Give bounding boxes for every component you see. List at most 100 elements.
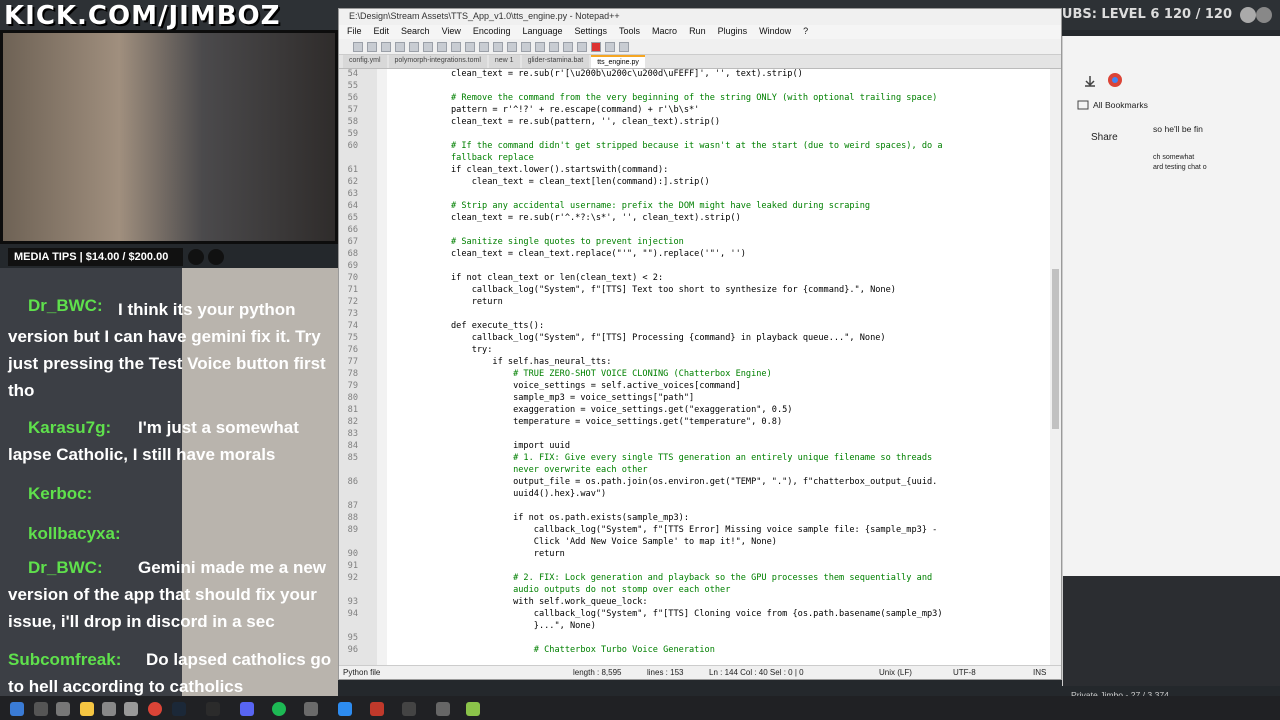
all-bookmarks[interactable]: All Bookmarks (1093, 100, 1148, 110)
code-text: pattern = r'^!?' + re.escape(command) + … (451, 105, 700, 115)
zoom-in-icon[interactable] (535, 41, 545, 52)
settings-icon[interactable] (102, 702, 116, 716)
copy-icon[interactable] (451, 41, 461, 52)
line-number: 57 (347, 105, 358, 115)
replace-icon[interactable] (521, 41, 531, 52)
menu-view[interactable]: View (436, 25, 467, 39)
tab-config[interactable]: config.yml (343, 55, 387, 68)
line-number: 82 (347, 417, 358, 427)
line-number: 80 (347, 393, 358, 403)
menu-plugins[interactable]: Plugins (712, 25, 754, 39)
code-text: Click 'Add New Voice Sample' to map it!"… (451, 537, 777, 547)
menu-language[interactable]: Language (516, 25, 568, 39)
line-number: 95 (347, 633, 358, 643)
vertical-scrollbar[interactable] (1050, 69, 1061, 667)
menu-edit[interactable]: Edit (368, 25, 396, 39)
chat-snippet: ch somewhat (1153, 154, 1195, 161)
line-number: 68 (347, 249, 358, 259)
cut-icon[interactable] (437, 41, 447, 52)
app-icon[interactable] (436, 702, 450, 716)
undo-icon[interactable] (479, 41, 489, 52)
app-icon[interactable] (370, 702, 384, 716)
tab-tts-engine[interactable]: tts_engine.py (591, 55, 645, 68)
tab-new[interactable]: new 1 (488, 55, 520, 68)
webcam-feed (0, 30, 338, 244)
browser-side-window: All Bookmarks Share so he'll be fin ch s… (1062, 36, 1280, 700)
code-text: # If the command didn't get stripped bec… (451, 141, 943, 151)
browser-footer: Private Jimbo - 27 / 3,374 (1063, 576, 1280, 700)
menu-settings[interactable]: Settings (569, 25, 614, 39)
window-title: E:\Design\Stream Assets\TTS_App_v1.0\tts… (339, 9, 1061, 25)
tab-polymorph[interactable]: polymorph-integrations.toml (388, 55, 487, 68)
code-text: if clean_text.lower().startswith(command… (451, 165, 669, 175)
play-macro-icon[interactable] (619, 41, 629, 52)
zoom-out-icon[interactable] (549, 41, 559, 52)
share-button[interactable]: Share (1091, 132, 1118, 143)
start-icon[interactable] (10, 702, 24, 716)
menu-macro[interactable]: Macro (646, 25, 683, 39)
line-number: 56 (347, 93, 358, 103)
record-macro-icon[interactable] (591, 41, 601, 52)
logo-icon (1240, 7, 1272, 23)
fold-margin[interactable] (377, 69, 387, 667)
menu-bar: File Edit Search View Encoding Language … (339, 25, 1061, 39)
code-text: # TRUE ZERO-SHOT VOICE CLONING (Chatterb… (451, 369, 772, 379)
line-number: 73 (347, 309, 358, 319)
chat-username: kollbacyxa: (28, 524, 121, 543)
line-number: 72 (347, 297, 358, 307)
code-editor[interactable]: 54 clean_text = re.sub(r'[\u200b\u200c\u2… (339, 69, 1051, 667)
save-all-icon[interactable] (395, 41, 405, 52)
terminal-icon[interactable] (402, 702, 416, 716)
menu-window[interactable]: Window (753, 25, 797, 39)
menu-search[interactable]: Search (395, 25, 436, 39)
redo-icon[interactable] (493, 41, 503, 52)
line-number: 69 (347, 261, 358, 271)
menu-tools[interactable]: Tools (613, 25, 646, 39)
new-file-icon[interactable] (353, 41, 363, 52)
search-icon[interactable] (34, 702, 48, 716)
tab-glider[interactable]: glider-stamina.bat (521, 55, 590, 68)
code-text: return (451, 297, 503, 307)
menu-run[interactable]: Run (683, 25, 712, 39)
download-icon[interactable] (1083, 74, 1097, 88)
close-icon[interactable] (409, 41, 419, 52)
menu-encoding[interactable]: Encoding (467, 25, 517, 39)
notepad-plus-plus-icon[interactable] (466, 702, 480, 716)
app-icon[interactable] (304, 702, 318, 716)
stop-macro-icon[interactable] (605, 41, 615, 52)
wrap-icon[interactable] (563, 41, 573, 52)
code-text: # Strip any accidental username: prefix … (451, 201, 871, 211)
line-number: 64 (347, 201, 358, 211)
code-text: callback_log("System", f"[TTS] Cloning v… (451, 609, 943, 619)
code-text: never overwrite each other (451, 465, 648, 475)
spotify-icon[interactable] (272, 702, 286, 716)
chat-overlay: Dr_BWC: I think its your python version … (0, 268, 338, 720)
menu-help[interactable]: ? (797, 25, 814, 39)
paste-icon[interactable] (465, 41, 475, 52)
save-icon[interactable] (381, 41, 391, 52)
chrome-icon[interactable] (148, 702, 162, 716)
steam-icon[interactable] (172, 702, 186, 716)
find-icon[interactable] (507, 41, 517, 52)
menu-file[interactable]: File (341, 25, 368, 39)
scroll-thumb[interactable] (1052, 269, 1059, 429)
taskbar (0, 696, 1280, 720)
app-icon[interactable] (124, 702, 138, 716)
line-number: 88 (347, 513, 358, 523)
print-icon[interactable] (423, 41, 433, 52)
indent-guide-icon[interactable] (577, 41, 587, 52)
folder-icon (1077, 100, 1089, 110)
line-number: 85 (347, 453, 358, 463)
discord-icon[interactable] (240, 702, 254, 716)
explorer-icon[interactable] (80, 702, 94, 716)
task-view-icon[interactable] (56, 702, 70, 716)
line-number: 78 (347, 369, 358, 379)
line-number: 70 (347, 273, 358, 283)
obs-icon[interactable] (206, 702, 220, 716)
open-file-icon[interactable] (367, 41, 377, 52)
code-text: callback_log("System", f"[TTS] Processin… (451, 333, 886, 343)
code-text: try: (451, 345, 493, 355)
line-number: 66 (347, 225, 358, 235)
chrome-icon[interactable] (1107, 72, 1123, 88)
browser-icon[interactable] (338, 702, 352, 716)
